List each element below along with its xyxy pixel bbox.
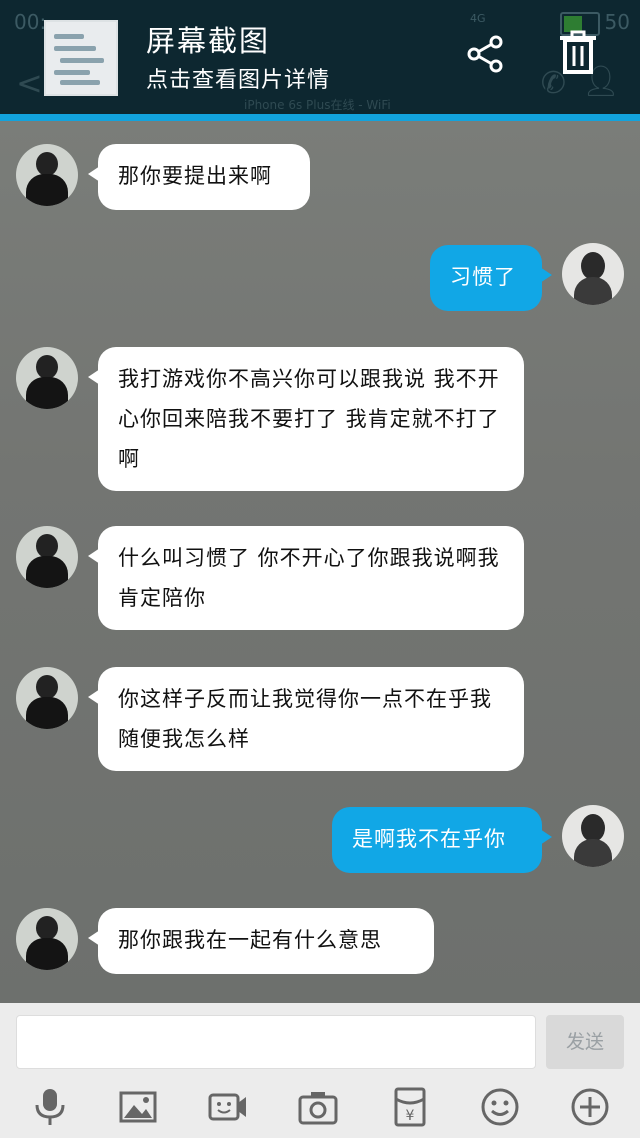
svg-text:¥: ¥ (406, 1108, 415, 1124)
device-status-subtitle: iPhone 6s Plus在线 - WiFi (244, 98, 391, 112)
accent-divider (0, 114, 640, 121)
send-button[interactable]: 发送 (546, 1015, 624, 1069)
contact-avatar[interactable] (16, 144, 78, 206)
chat-area[interactable]: 那你要提出来啊 习惯了 我打游戏你不高兴你可以跟我说 我不开心你回来陪我不要打了… (0, 121, 640, 1003)
my-avatar[interactable] (562, 805, 624, 867)
plus-icon[interactable] (570, 1087, 610, 1127)
thumbnail-line (60, 80, 100, 85)
mic-icon[interactable] (30, 1087, 70, 1127)
contact-avatar[interactable] (16, 908, 78, 970)
thumbnail-line (54, 34, 84, 39)
contact-avatar[interactable] (16, 347, 78, 409)
contact-avatar[interactable] (16, 667, 78, 729)
thumbnail-line (54, 70, 90, 75)
message-bubble-left[interactable]: 那你跟我在一起有什么意思 (88, 908, 434, 974)
emoji-icon[interactable] (480, 1087, 520, 1127)
screenshot-banner[interactable]: 00: 50 4G < iPhone 6s Plus在线 - WiFi ✆ 👤︎… (0, 0, 640, 114)
image-icon[interactable] (118, 1087, 158, 1127)
message-bubble-left[interactable]: 我打游戏你不高兴你可以跟我说 我不开心你回来陪我不要打了 我肯定就不打了啊 (88, 347, 524, 491)
video-icon[interactable] (208, 1087, 248, 1127)
red-packet-icon[interactable]: ¥ (390, 1087, 430, 1127)
composer-bar: 发送 ¥ (0, 1003, 640, 1138)
message-bubble-left[interactable]: 你这样子反而让我觉得你一点不在乎我 随便我怎么样 (88, 667, 524, 771)
message-bubble-left[interactable]: 那你要提出来啊 (88, 144, 310, 210)
thumbnail-line (60, 58, 104, 63)
screenshot-thumbnail[interactable] (44, 20, 118, 96)
contact-avatar[interactable] (16, 526, 78, 588)
screenshot-title: 屏幕截图 (146, 24, 271, 58)
screenshot-subtitle[interactable]: 点击查看图片详情 (146, 62, 330, 94)
message-input[interactable] (16, 1015, 536, 1069)
message-bubble-right[interactable]: 习惯了 (430, 245, 552, 311)
trash-icon[interactable] (558, 30, 598, 76)
my-avatar[interactable] (562, 243, 624, 305)
share-icon[interactable] (466, 34, 506, 74)
thumbnail-line (54, 46, 96, 51)
network-type: 4G (470, 12, 486, 25)
battery-level: 50 (604, 10, 630, 34)
back-button[interactable]: < (16, 64, 43, 102)
message-bubble-right[interactable]: 是啊我不在乎你 (332, 807, 552, 873)
camera-icon[interactable] (298, 1087, 338, 1127)
status-time: 00: (14, 10, 47, 34)
message-bubble-left[interactable]: 什么叫习惯了 你不开心了你跟我说啊我肯定陪你 (88, 526, 524, 630)
